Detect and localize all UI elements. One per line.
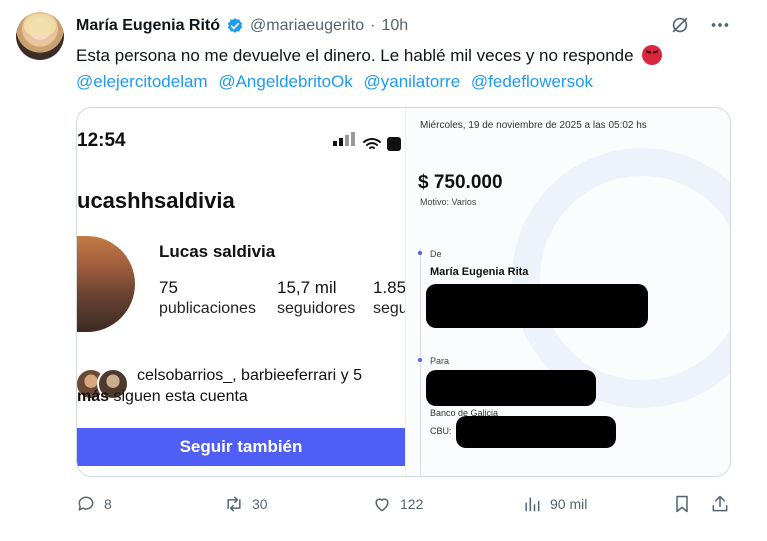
angry-face-emoji-icon [642,45,663,65]
stat-posts-value: 75 [159,278,178,297]
followed-by-line2: más siguen esta cuenta [77,388,248,406]
retweet-count: 30 [252,496,268,512]
tweet-media[interactable]: 12:54 ucashhsaldivia Lucas saldivia 75 p… [76,107,731,477]
receipt-date: Miércoles, 19 de noviembre de 2025 a las… [420,120,647,131]
receipt-watermark [512,148,730,408]
receipt-divider [420,248,421,476]
tweet-header: María Eugenia Ritó @mariaeugerito · 10h [76,16,408,36]
redacted-block [456,416,616,448]
tweet-actions: 8 30 122 90 mil [76,494,736,520]
views-chart-icon [525,497,540,512]
receipt-to-label: Para [430,356,450,366]
heart-icon [375,498,389,512]
tweet-mentions: @elejercitodelam @AngeldebritoOk @yanila… [76,69,736,95]
wifi-icon [363,138,381,149]
stat-posts-label: publicaciones [159,300,256,317]
instagram-screenshot[interactable]: 12:54 ucashhsaldivia Lucas saldivia 75 p… [77,108,405,476]
reply-button[interactable]: 8 [76,494,112,514]
like-count: 122 [400,496,424,512]
instagram-username: ucashhsaldivia [77,188,235,213]
share-button[interactable] [710,494,730,514]
reply-count: 8 [104,496,112,512]
redacted-block [426,284,648,328]
redacted-block [426,370,596,406]
receipt-from-name: María Eugenia Rita [430,266,529,278]
instagram-profile-picture [77,236,135,332]
receipt-from-label: De [430,249,442,259]
stat-following-label: segu [373,300,405,317]
tweet-top-actions [669,14,731,36]
bookmark-icon [676,495,688,513]
stat-followers-label: seguidores [277,300,356,317]
mention-link[interactable]: @AngeldebritoOk [218,72,352,91]
receipt-bullet [418,251,422,255]
author-avatar[interactable] [16,12,64,60]
followed-by-suffix: siguen esta cuenta [113,388,248,405]
author-name[interactable]: María Eugenia Ritó [76,17,220,35]
views-button[interactable]: 90 mil [522,494,587,514]
stat-following-value: 1.85 [373,278,405,297]
bookmark-button[interactable] [672,494,692,514]
phone-status-icons [333,132,401,151]
retweet-button[interactable]: 30 [224,494,268,514]
author-handle[interactable]: @mariaeugerito [250,17,364,35]
mention-link[interactable]: @yanilatorre [364,72,461,91]
verified-badge-icon [227,18,243,33]
followed-by-more: más [77,388,110,405]
tweet-text: Esta persona no me devuelve el dinero. L… [76,43,736,95]
like-button[interactable]: 122 [372,494,423,514]
stat-followers-value: 15,7 mil [277,278,337,297]
phone-clock: 12:54 [77,130,126,151]
share-icon [712,495,728,512]
grok-icon[interactable] [669,14,691,36]
separator-dot: · [370,17,376,34]
bank-receipt-screenshot[interactable]: Miércoles, 19 de noviembre de 2025 a las… [405,108,730,476]
mention-link[interactable]: @fedeflowersok [471,72,593,91]
reply-icon [78,496,94,511]
mention-link[interactable]: @elejercitodelam [76,72,208,91]
retweet-icon [227,496,241,512]
receipt-amount: $ 750.000 [418,172,503,193]
tweet-time[interactable]: 10h [381,17,408,35]
receipt-bullet [418,358,422,362]
receipt-motivo: Motivo: Varios [420,197,477,207]
follow-back-button: Seguir también [77,428,405,466]
views-count: 90 mil [550,496,588,512]
tweet-body: Esta persona no me devuelve el dinero. L… [76,46,634,65]
signal-icon [333,132,357,151]
instagram-full-name: Lucas saldivia [159,242,276,261]
battery-icon [387,137,401,151]
followed-by-line1: celsobarrios_, barbieeferrari y 5 [137,367,362,384]
more-options-icon[interactable] [709,14,731,36]
receipt-cbu-label: CBU: [430,426,452,436]
